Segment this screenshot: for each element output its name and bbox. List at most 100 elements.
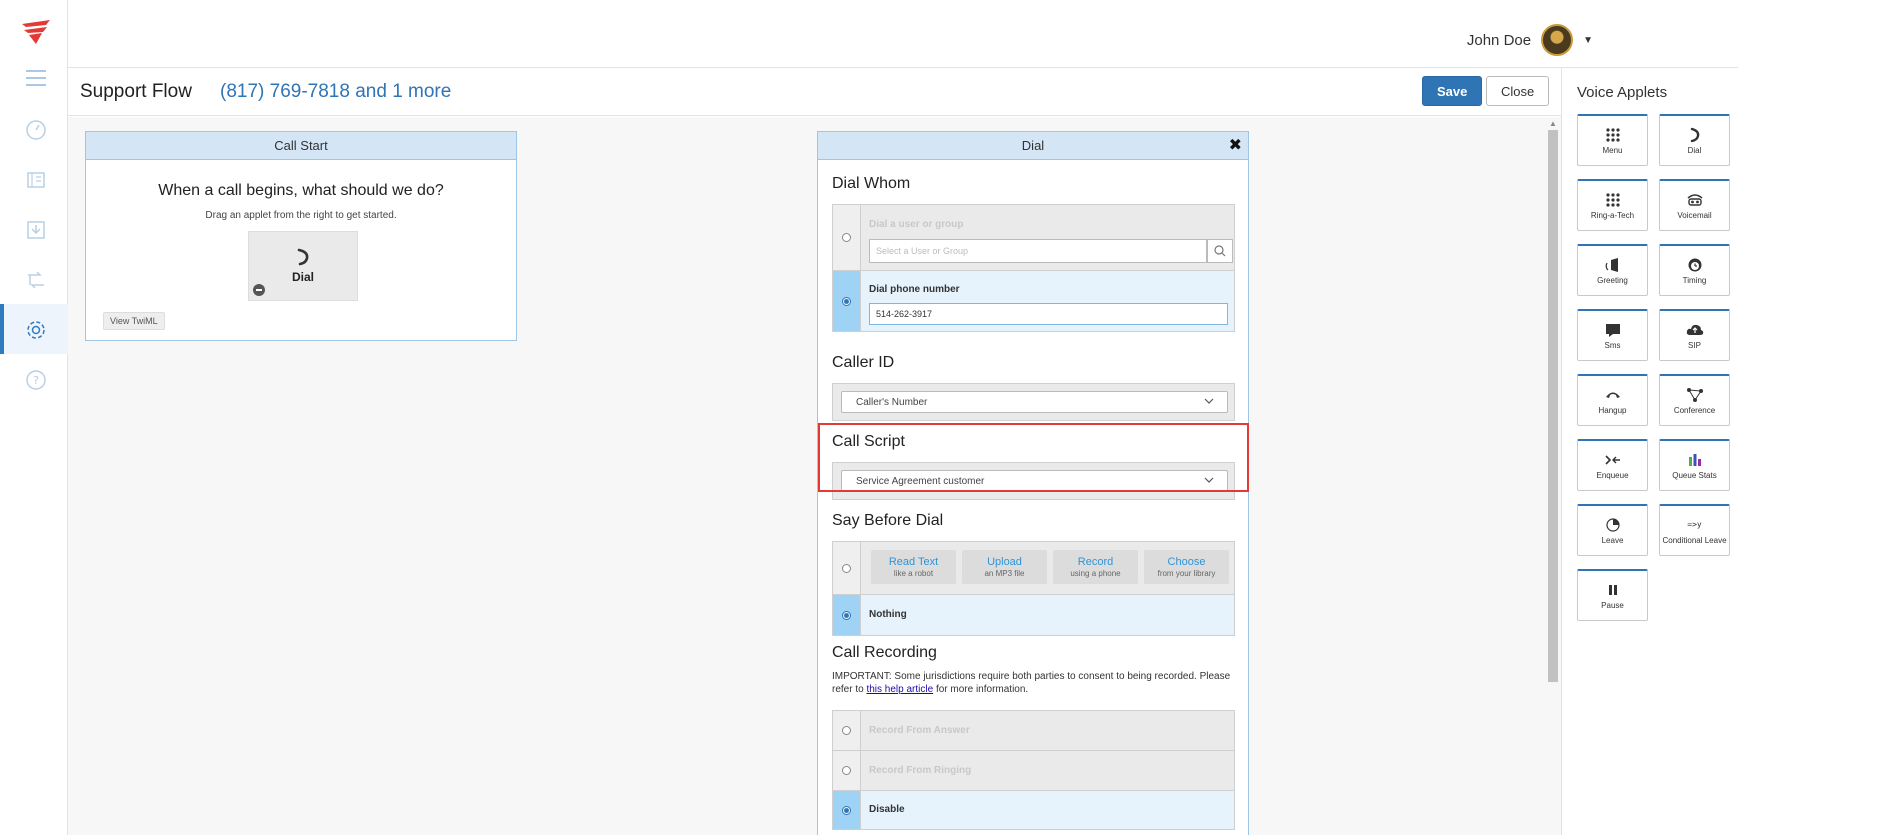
scrollbar-thumb[interactable]: [1548, 130, 1558, 682]
dropped-dial-applet[interactable]: Dial: [248, 231, 358, 301]
record-answer-label: Record From Answer: [869, 725, 970, 736]
caller-id-box: Caller's Number: [832, 383, 1235, 421]
phone-icon: [1689, 127, 1701, 143]
phone-number-input[interactable]: [869, 303, 1228, 325]
view-twiml-button[interactable]: View TwiML: [103, 312, 165, 330]
call-recording-title: Call Recording: [832, 644, 937, 661]
record-ringing-radio[interactable]: [842, 766, 851, 775]
applet-greeting[interactable]: Greeting: [1577, 244, 1648, 296]
record-disable-option: Disable: [833, 791, 1234, 829]
top-bar: John Doe ▼: [68, 0, 1738, 68]
flow-numbers-link[interactable]: (817) 769-7818 and 1 more: [220, 81, 451, 103]
applet-ring-a-tech[interactable]: Ring-a-Tech: [1577, 179, 1648, 231]
avatar[interactable]: [1541, 24, 1574, 56]
conference-icon: [1686, 387, 1704, 403]
say-nothing-radio[interactable]: [842, 610, 851, 620]
applet-leave[interactable]: Leave: [1577, 504, 1648, 556]
applet-pause[interactable]: Pause: [1577, 569, 1648, 621]
say-before-dial-title: Say Before Dial: [832, 512, 944, 529]
user-menu[interactable]: John Doe ▼: [1467, 24, 1593, 56]
say-action-buttons: Read Text like a robot Upload an MP3 fil…: [871, 550, 1229, 584]
bar-chart-icon: [1688, 452, 1702, 468]
search-button[interactable]: [1207, 239, 1233, 263]
hangup-icon: [1604, 387, 1622, 403]
close-icon[interactable]: ✖: [1229, 135, 1242, 155]
phonebook-icon[interactable]: [24, 168, 48, 192]
record-ringing-label: Record From Ringing: [869, 765, 972, 776]
say-nothing-label: Nothing: [869, 609, 907, 620]
say-nothing-option: Nothing: [833, 595, 1234, 635]
upload-button[interactable]: Upload an MP3 file: [962, 550, 1047, 584]
page-title: Support Flow: [80, 81, 192, 102]
call-start-card: Call Start When a call begins, what shou…: [85, 131, 517, 341]
grid-icon: [1605, 192, 1621, 208]
flow-header: Support Flow (817) 769-7818 and 1 more S…: [68, 68, 1561, 116]
close-button[interactable]: Close: [1486, 76, 1550, 106]
svg-text:?: ?: [33, 374, 39, 387]
applet-enqueue[interactable]: Enqueue: [1577, 439, 1648, 491]
pause-icon: [1607, 582, 1619, 598]
inbox-icon[interactable]: [24, 218, 48, 242]
dial-whom-title: Dial Whom: [832, 175, 911, 192]
dial-phone-radio[interactable]: [842, 296, 851, 306]
scroll-up-icon[interactable]: ▲: [1549, 119, 1557, 128]
dial-phone-label: Dial phone number: [869, 284, 960, 295]
user-group-input[interactable]: [869, 239, 1207, 263]
clock-icon: [1687, 257, 1703, 273]
user-name: John Doe: [1466, 31, 1532, 49]
settings-icon[interactable]: [24, 318, 48, 342]
record-answer-option: Record From Answer: [833, 711, 1234, 751]
choose-button[interactable]: Choose from your library: [1144, 550, 1229, 584]
applet-queue-stats[interactable]: Queue Stats: [1659, 439, 1730, 491]
logo-icon[interactable]: [20, 18, 52, 46]
record-button[interactable]: Record using a phone: [1053, 550, 1138, 584]
conditional-leave-icon: =>y: [1687, 520, 1702, 529]
voice-applets-panel: Voice Applets Menu Dial Ring-a-Tech Voic…: [1561, 68, 1738, 835]
dial-user-group-radio[interactable]: [842, 233, 851, 242]
applet-voicemail[interactable]: Voicemail: [1659, 179, 1730, 231]
applet-dial[interactable]: Dial: [1659, 114, 1730, 166]
recording-notice: IMPORTANT: Some jurisdictions require bo…: [832, 671, 1231, 695]
dial-user-group-option: Dial a user or group: [833, 205, 1234, 271]
flows-icon[interactable]: [24, 268, 48, 292]
voice-applets-title: Voice Applets: [1577, 84, 1668, 101]
say-action-radio[interactable]: [842, 563, 851, 573]
applet-sip[interactable]: SIP: [1659, 309, 1730, 361]
dial-whom-options: Dial a user or group Dial phone number: [832, 204, 1235, 332]
applet-conference[interactable]: Conference: [1659, 374, 1730, 426]
call-start-hint: Drag an applet from the right to get sta…: [205, 210, 397, 221]
voicemail-icon: [1686, 192, 1704, 208]
recording-options: Record From Answer Record From Ringing D…: [832, 710, 1235, 830]
read-text-button[interactable]: Read Text like a robot: [871, 550, 956, 584]
record-disable-radio[interactable]: [842, 805, 851, 815]
record-disable-label: Disable: [869, 804, 905, 815]
call-start-question: When a call begins, what should we do?: [158, 182, 444, 199]
dashboard-icon[interactable]: [24, 118, 48, 142]
applet-sms[interactable]: Sms: [1577, 309, 1648, 361]
help-article-link[interactable]: this help article: [866, 684, 933, 695]
help-icon[interactable]: ?: [24, 368, 48, 392]
dropped-applet-label: Dial: [291, 270, 314, 284]
dial-header-title: Dial: [1021, 138, 1045, 153]
call-start-header: Call Start: [86, 132, 516, 160]
canvas-scrollbar[interactable]: ▲: [1547, 119, 1559, 835]
enqueue-icon: [1604, 452, 1622, 468]
pie-icon: [1605, 517, 1620, 533]
say-before-options: Read Text like a robot Upload an MP3 fil…: [832, 541, 1235, 636]
say-action-option: Read Text like a robot Upload an MP3 fil…: [833, 542, 1234, 595]
menu-icon[interactable]: [24, 66, 48, 90]
caller-id-value: Caller's Number: [856, 396, 928, 408]
applet-menu[interactable]: Menu: [1577, 114, 1648, 166]
remove-icon[interactable]: [253, 284, 265, 296]
record-answer-radio[interactable]: [842, 726, 851, 735]
caller-id-title: Caller ID: [832, 354, 895, 371]
applet-timing[interactable]: Timing: [1659, 244, 1730, 296]
record-ringing-option: Record From Ringing: [833, 751, 1234, 791]
save-button[interactable]: Save: [1422, 76, 1483, 106]
applet-hangup[interactable]: Hangup: [1577, 374, 1648, 426]
caller-id-select[interactable]: Caller's Number: [841, 391, 1228, 413]
call-script-highlight: [818, 423, 1249, 492]
applet-conditional-leave[interactable]: =>y Conditional Leave: [1659, 504, 1730, 556]
sms-icon: [1605, 322, 1621, 338]
chevron-down-icon[interactable]: ▼: [1583, 35, 1593, 46]
